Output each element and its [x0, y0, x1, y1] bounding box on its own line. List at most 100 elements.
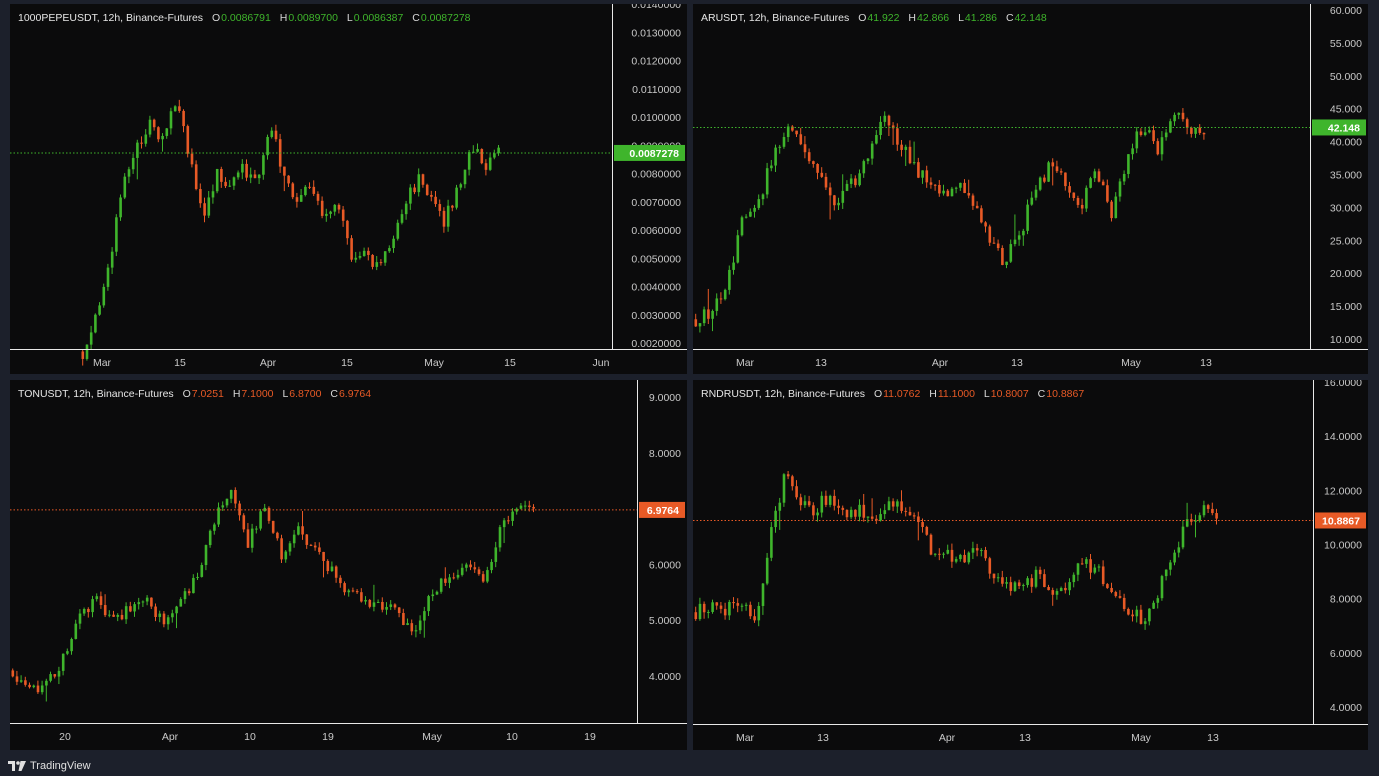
y-tick-label: 0.0130000 [631, 27, 681, 39]
candle-body [98, 305, 101, 315]
candle-body [1114, 196, 1118, 219]
candle-body [959, 182, 962, 188]
candle-body [849, 178, 853, 184]
candle-body [11, 670, 15, 677]
candle-body [866, 516, 870, 518]
candle-body [339, 577, 342, 584]
y-tick-label: 0.0100000 [631, 112, 681, 124]
legend-ton: TONUSDT, 12h, Binance-Futures O7.0251 H7… [18, 388, 372, 400]
candle-body [1114, 592, 1118, 597]
candle-body [179, 599, 183, 607]
candle-body [425, 184, 429, 195]
candle-body [255, 528, 258, 530]
candle-body [1068, 186, 1071, 193]
chart-svg-ar[interactable]: 60.000 55.000 50.000 45.000 40.000 35.000 30.0… [693, 4, 1368, 374]
chart-panel-ar[interactable]: ARUSDT, 12h, Binance-Futures O41.922 H42… [693, 4, 1368, 374]
candle-body [1030, 197, 1034, 205]
candle-body [908, 146, 912, 164]
x-tick-label: 15 [174, 357, 186, 369]
legend-low: 0.0086387 [353, 12, 404, 24]
candle-body [1127, 608, 1130, 615]
candle-body [414, 630, 418, 632]
x-tick-label: Apr [939, 732, 956, 744]
candle-body [862, 161, 866, 174]
chart-panel-ton[interactable]: TONUSDT, 12h, Binance-Futures O7.0251 H7… [10, 380, 687, 750]
legend-open: 7.0251 [191, 388, 224, 400]
y-tick-label: 12.0000 [1324, 485, 1362, 497]
candle-body [78, 613, 82, 624]
candle-body [488, 157, 492, 170]
y-tick-label: 5.0000 [649, 615, 681, 627]
legend-close-label: C [1005, 12, 1014, 24]
candle-body [364, 599, 367, 602]
candle-body [908, 511, 912, 516]
candle-body [465, 564, 468, 568]
chart-panel-pepe[interactable]: 1000PEPEUSDT, 12h, Binance-Futures O0.00… [10, 4, 687, 374]
candle-body [1110, 201, 1113, 219]
candle-body [1143, 621, 1147, 624]
candle-body [442, 210, 446, 227]
legend-open-label: O [873, 388, 883, 400]
candle-body [82, 609, 86, 614]
candle-body [1009, 582, 1013, 591]
legend-open: 0.0086791 [221, 12, 271, 24]
tradingview-footer[interactable]: TradingView [8, 758, 91, 774]
candle-body [152, 119, 156, 128]
y-tick-label: 0.0120000 [631, 56, 681, 68]
x-tick-label: May [1121, 357, 1142, 369]
candle-body [1005, 261, 1008, 265]
candle-body [715, 602, 719, 606]
candle-body [761, 194, 765, 200]
candle-body [740, 605, 744, 607]
candle-body [883, 115, 887, 122]
candle-body [824, 176, 828, 188]
candle-body [967, 552, 971, 563]
chart-svg-pepe[interactable]: 0.0140000 0.0130000 0.0120000 0.0110000 0.01… [10, 4, 687, 374]
candle-body [711, 602, 714, 612]
candle-body [770, 527, 773, 558]
legend-high: 42.866 [917, 12, 950, 24]
candle-body [507, 520, 510, 522]
candle-body [1181, 112, 1185, 120]
candle-body [950, 549, 954, 562]
candle-body [337, 204, 341, 210]
candle-body [304, 186, 307, 196]
x-tick-label: May [422, 731, 443, 743]
candle-body [74, 623, 78, 639]
candle-body [165, 128, 169, 136]
candle-body [757, 605, 761, 621]
candle-body [959, 554, 962, 560]
legend-close: 42.148 [1014, 12, 1047, 24]
candle-body [891, 501, 895, 507]
candle-body [417, 174, 421, 193]
candle-body [1076, 197, 1080, 205]
candle-body [1160, 137, 1164, 155]
candle-body [115, 217, 118, 252]
chart-svg-rndr[interactable]: 16.0000 14.0000 12.0000 10.0000 8.0000 6.0000… [693, 380, 1368, 750]
candle-body [702, 603, 706, 613]
candle-body [849, 509, 853, 518]
candle-body [1009, 244, 1013, 262]
candle-body [392, 238, 395, 249]
candle-body [178, 106, 181, 111]
candle-body [992, 573, 996, 579]
candle-body [287, 175, 290, 184]
candle-body [95, 596, 99, 600]
candle-body [427, 596, 430, 612]
candle-body [421, 174, 425, 185]
candle-body [736, 235, 740, 263]
candle-body [476, 149, 479, 152]
y-tick-label: 60.000 [1330, 5, 1362, 17]
chart-panel-rndr[interactable]: RNDRUSDT, 12h, Binance-Futures O11.0762 … [693, 380, 1368, 750]
candle-body [980, 208, 983, 223]
candle-body [190, 153, 194, 165]
candle-body [85, 344, 89, 359]
chart-svg-ton[interactable]: 9.00008.00007.00006.00005.00004.00006.97… [10, 380, 687, 750]
candle-body [157, 127, 160, 140]
x-tick-label: 13 [1207, 732, 1219, 744]
candle-body [199, 189, 202, 204]
candle-body [292, 534, 296, 544]
candle-body [438, 204, 442, 211]
legend-exchange: Binance-Futures [126, 12, 204, 24]
candle-body [778, 146, 782, 148]
